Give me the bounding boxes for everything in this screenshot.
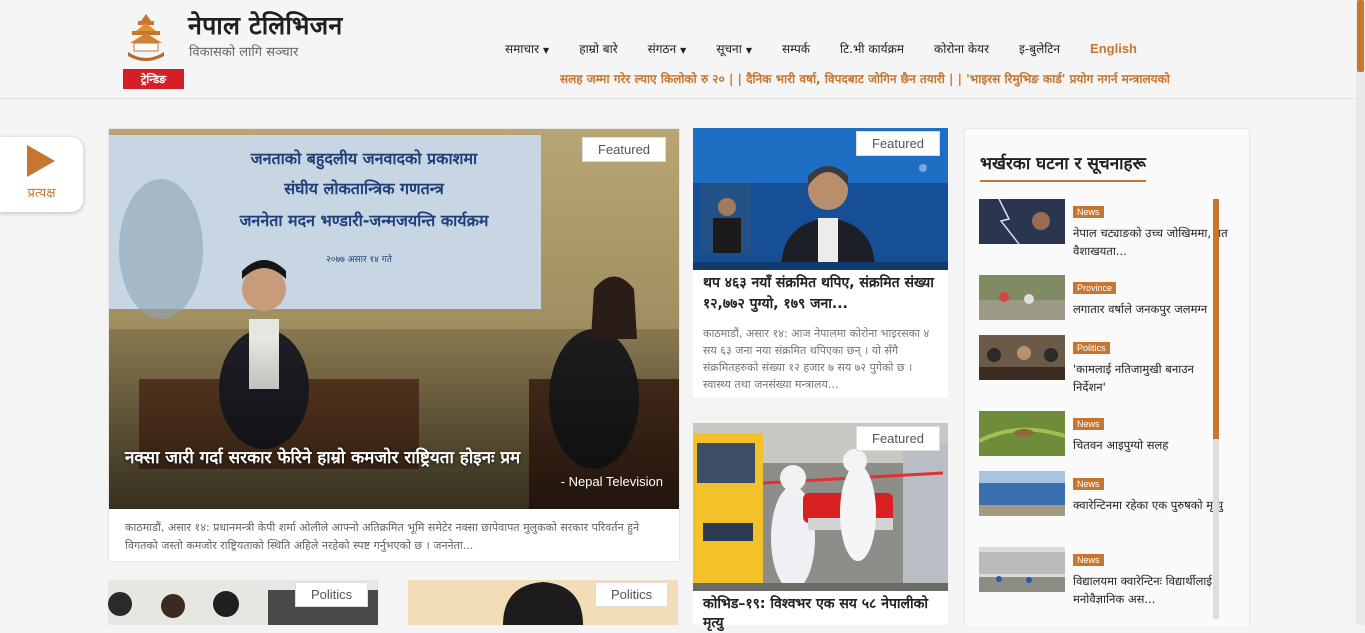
main-story-credit: - Nepal Television: [560, 474, 663, 489]
featured-tag: Featured: [582, 137, 667, 162]
live-label: प्रत्यक्ष: [27, 186, 56, 201]
side-story-card-2[interactable]: Featured कोभिड–१९: विश्वभर एक सय ५८ नेपा…: [693, 423, 948, 631]
nav-label: समाचार: [505, 41, 540, 56]
nav-item-notice[interactable]: सूचना ▼: [716, 40, 752, 57]
nav-item-news[interactable]: समाचार ▼: [505, 40, 549, 57]
main-story-image[interactable]: जनताको बहुदलीय जनवादको प्रकाशमा संघीय लो…: [109, 129, 679, 509]
list-item-title[interactable]: नेपाल चट्याङको उच्च जोखिममा, गत वैशाखयता…: [1073, 224, 1229, 260]
list-item[interactable]: Province लगातार वर्षाले जनकपुर जलमग्न: [979, 275, 1229, 335]
play-icon: [27, 145, 55, 177]
scrollbar-thumb[interactable]: [1357, 0, 1364, 72]
category-badge: News: [1073, 478, 1104, 490]
list-item-thumbnail[interactable]: [979, 411, 1065, 456]
nav-item-english[interactable]: English: [1090, 41, 1137, 56]
nav-item-tv-programs[interactable]: टि.भी कार्यक्रम: [840, 40, 904, 57]
latest-events-heading: भर्खरका घटना र सूचनाहरू: [980, 151, 1146, 182]
side-story-excerpt: काठमाडौं, असार १४: आज नेपालमा कोरोना भाइ…: [703, 327, 930, 391]
nav-label: टि.भी कार्यक्रम: [839, 41, 904, 56]
list-item-thumbnail[interactable]: [979, 335, 1065, 380]
ntv-logo[interactable]: [124, 12, 168, 62]
list-item[interactable]: News विद्यालयमा क्वारेन्टिनः विद्यार्थील…: [979, 547, 1229, 607]
list-item-thumbnail[interactable]: [979, 547, 1065, 592]
politics-card-1[interactable]: Politics: [108, 580, 378, 625]
nav-label: सूचना: [716, 41, 742, 56]
caret-down-icon: ▼: [680, 45, 687, 55]
nav-label: इ-बुलेटिन: [1019, 41, 1061, 56]
side-story-title[interactable]: थप ४६३ नयाँ संक्रमित थपिए, संक्रमित संख्…: [703, 273, 943, 315]
flood-thumb: [979, 275, 1065, 320]
site-title[interactable]: नेपाल टेलिभिजन: [188, 8, 343, 42]
list-scrollbar-thumb[interactable]: [1213, 199, 1219, 439]
nav-label: हाम्रो बारे: [579, 41, 618, 56]
category-badge: Politics: [1073, 342, 1110, 354]
list-item-title[interactable]: लगातार वर्षाले जनकपुर जलमग्न: [1073, 300, 1229, 318]
list-item-thumbnail[interactable]: [979, 471, 1065, 516]
nav-label: सम्पर्क: [782, 41, 810, 56]
category-badge: Province: [1073, 282, 1117, 294]
trending-ticker[interactable]: सलह जम्मा गरेर ल्याए किलोको रु २० | | दै…: [560, 70, 1234, 87]
trending-badge: ट्रेन्डिङ: [123, 69, 184, 89]
list-item-thumbnail[interactable]: [979, 275, 1065, 320]
list-item-title[interactable]: चितवन आइपुग्यो सलह: [1073, 436, 1229, 454]
list-item-title[interactable]: 'कामलाई नतिजामुखी बनाउन निर्देशन': [1073, 360, 1229, 396]
nav-label: संगठन: [647, 41, 677, 56]
nav-item-about[interactable]: हाम्रो बारे: [579, 40, 617, 57]
caret-down-icon: ▼: [543, 45, 550, 55]
featured-tag: Featured: [856, 131, 941, 156]
politics-card-2[interactable]: Politics: [408, 580, 678, 625]
list-item[interactable]: News चितवन आइपुग्यो सलह: [979, 411, 1229, 471]
caret-down-icon: ▼: [745, 45, 752, 55]
list-item-thumbnail[interactable]: [979, 199, 1065, 244]
lightning-thumb: [979, 199, 1065, 244]
site-header: नेपाल टेलिभिजन विकासको लागि सञ्चार ट्रेन…: [0, 0, 1356, 99]
live-button[interactable]: प्रत्यक्ष: [0, 137, 83, 212]
latest-events-panel: भर्खरका घटना र सूचनाहरू News नेपाल चट्या…: [964, 128, 1250, 626]
list-item-title[interactable]: क्वारेन्टिनमा रहेका एक पुरुषको मृत्यु: [1073, 496, 1229, 514]
category-badge: News: [1073, 554, 1104, 566]
list-item[interactable]: Politics 'कामलाई नतिजामुखी बनाउन निर्देश…: [979, 335, 1229, 395]
main-nav: समाचार ▼ हाम्रो बारे संगठन ▼ सूचना ▼ सम्पर्…: [490, 38, 1152, 58]
main-story-excerpt: काठमाडौं, असार १४: प्रधानमन्त्री केपी शर…: [125, 521, 640, 552]
category-badge: News: [1073, 206, 1104, 218]
category-badge: News: [1073, 418, 1104, 430]
nav-item-organization[interactable]: संगठन ▼: [648, 40, 687, 57]
banner-line-2: संघीय लोकतान्त्रिक गणतन्त्र: [284, 179, 444, 198]
banner-line-3: जननेता मदन भण्डारी-जन्मजयन्ति कार्यक्रम: [239, 211, 489, 230]
side-story-card-1[interactable]: Featured थप ४६३ नयाँ संक्रमित थपिए, संक्…: [693, 128, 948, 398]
nav-item-corona-care[interactable]: कोरोना केयर: [934, 40, 989, 57]
politics-tag: Politics: [595, 582, 669, 607]
meeting-thumb: [979, 335, 1065, 380]
site-subtitle: विकासको लागि सञ्चार: [189, 45, 299, 60]
school-thumb: [979, 547, 1065, 592]
main-story-card[interactable]: जनताको बहुदलीय जनवादको प्रकाशमा संघीय लो…: [108, 128, 680, 562]
banner-line-1: जनताको बहुदलीय जनवादको प्रकाशमा: [250, 149, 478, 168]
locust-thumb: [979, 411, 1065, 456]
tents-thumb: [979, 471, 1065, 516]
list-scrollbar[interactable]: [1213, 199, 1219, 619]
politics-tag: Politics: [295, 582, 369, 607]
banner-line-4: २०७७ असार १४ गते: [326, 255, 392, 265]
list-item[interactable]: News क्वारेन्टिनमा रहेका एक पुरुषको मृत्…: [979, 471, 1229, 531]
nav-label: कोरोना केयर: [934, 41, 990, 56]
page-scrollbar[interactable]: [1356, 0, 1365, 625]
main-story-headline[interactable]: नक्सा जारी गर्दा सरकार फेरिने हाम्रो कमज…: [125, 445, 520, 468]
side-story-title[interactable]: कोभिड–१९: विश्वभर एक सय ५८ नेपालीको मृत्…: [703, 595, 943, 633]
nav-item-e-bulletin[interactable]: इ-बुलेटिन: [1019, 40, 1060, 57]
nav-item-contact[interactable]: सम्पर्क: [782, 40, 810, 57]
list-item[interactable]: News नेपाल चट्याङको उच्च जोखिममा, गत वैश…: [979, 199, 1229, 259]
list-item-title[interactable]: विद्यालयमा क्वारेन्टिनः विद्यार्थीलाई मन…: [1073, 572, 1229, 608]
featured-tag: Featured: [856, 426, 941, 451]
